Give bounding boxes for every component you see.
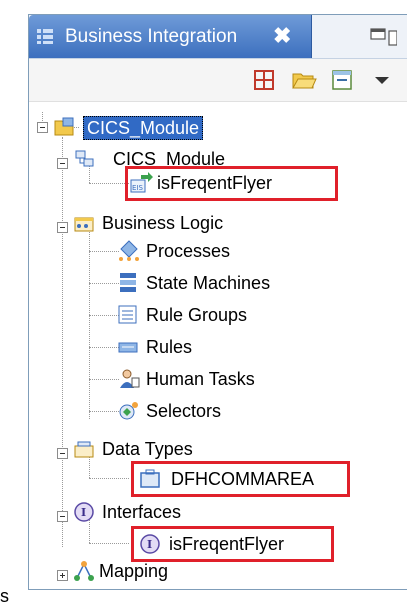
tree-connector bbox=[89, 478, 129, 479]
tab-business-integration[interactable]: Business Integration ✖ bbox=[29, 15, 312, 58]
human-task-icon bbox=[120, 369, 140, 388]
project-folder-icon bbox=[54, 117, 74, 136]
process-icon bbox=[119, 240, 139, 261]
tree-item-rule-groups[interactable]: Rule Groups bbox=[146, 304, 247, 326]
expander-mapping[interactable] bbox=[57, 570, 68, 581]
business-object-icon bbox=[140, 469, 160, 488]
tree-item-interfaces[interactable]: Interfaces bbox=[102, 501, 181, 523]
grid-icon[interactable] bbox=[251, 67, 277, 93]
tree-connector bbox=[89, 315, 119, 316]
svg-text:I: I bbox=[147, 538, 152, 551]
close-icon[interactable]: ✖ bbox=[273, 23, 291, 49]
tree-item-selectors[interactable]: Selectors bbox=[146, 400, 221, 422]
tree-item-processes[interactable]: Processes bbox=[146, 240, 230, 262]
tree-item-human-tasks[interactable]: Human Tasks bbox=[146, 368, 255, 390]
tree-connector bbox=[89, 379, 119, 380]
mapping-icon bbox=[74, 561, 94, 581]
cropped-text: s bbox=[0, 586, 9, 606]
tree-item-data-types[interactable]: Data Types bbox=[102, 438, 193, 460]
selector-icon bbox=[119, 402, 138, 420]
expander-module[interactable] bbox=[57, 158, 68, 169]
project-tree: CICS_Module CICS_Module EIS isFreqentFly… bbox=[29, 102, 407, 589]
tree-connector bbox=[89, 411, 119, 412]
tree-connector bbox=[62, 137, 63, 547]
tree-item-dfhcommarea[interactable]: DFHCOMMAREA bbox=[171, 468, 314, 490]
tree-connector bbox=[89, 543, 129, 544]
interface-icon: I bbox=[140, 534, 160, 554]
tree-item-business-logic[interactable]: Business Logic bbox=[102, 212, 223, 234]
business-integration-view: Business Integration ✖ CICS_Module CICS_… bbox=[28, 14, 407, 590]
state-machine-icon bbox=[120, 273, 136, 292]
svg-text:EIS: EIS bbox=[132, 184, 143, 192]
data-types-icon bbox=[74, 441, 94, 458]
minimize-icon[interactable] bbox=[367, 23, 397, 47]
expander-business-logic[interactable] bbox=[57, 222, 68, 233]
open-folder-icon[interactable] bbox=[291, 67, 317, 93]
rule-group-icon bbox=[118, 305, 137, 324]
collapse-all-icon[interactable] bbox=[329, 67, 355, 93]
business-logic-icon bbox=[74, 217, 94, 232]
tab-title: Business Integration bbox=[65, 26, 238, 47]
view-tab-bar: Business Integration ✖ bbox=[29, 15, 407, 59]
tree-item-mapping[interactable]: Mapping bbox=[99, 560, 168, 582]
tree-item-interface-isfreqentflyer[interactable]: isFreqentFlyer bbox=[169, 533, 284, 555]
module-icon bbox=[75, 150, 94, 167]
svg-text:I: I bbox=[81, 506, 86, 519]
view-toolbar bbox=[29, 59, 407, 102]
expander-data-types[interactable] bbox=[57, 448, 68, 459]
view-icon bbox=[37, 29, 53, 44]
tree-connector bbox=[89, 251, 119, 252]
tree-connector bbox=[89, 183, 129, 184]
rules-icon bbox=[118, 342, 138, 353]
eis-import-icon: EIS bbox=[130, 172, 153, 193]
tree-item-module[interactable]: CICS_Module bbox=[113, 148, 225, 170]
expander-interfaces[interactable] bbox=[57, 511, 68, 522]
tree-connector bbox=[89, 283, 119, 284]
tree-connector bbox=[89, 347, 119, 348]
tree-item-state-machines[interactable]: State Machines bbox=[146, 272, 270, 294]
tree-item-import-isfreqentflyer[interactable]: isFreqentFlyer bbox=[157, 172, 272, 194]
expander-root[interactable] bbox=[37, 122, 48, 133]
tree-connector bbox=[89, 228, 90, 419]
tree-item-root[interactable]: CICS_Module bbox=[83, 116, 204, 140]
tree-item-rules[interactable]: Rules bbox=[146, 336, 192, 358]
view-menu-icon[interactable] bbox=[369, 67, 395, 93]
interface-folder-icon: I bbox=[74, 502, 94, 522]
